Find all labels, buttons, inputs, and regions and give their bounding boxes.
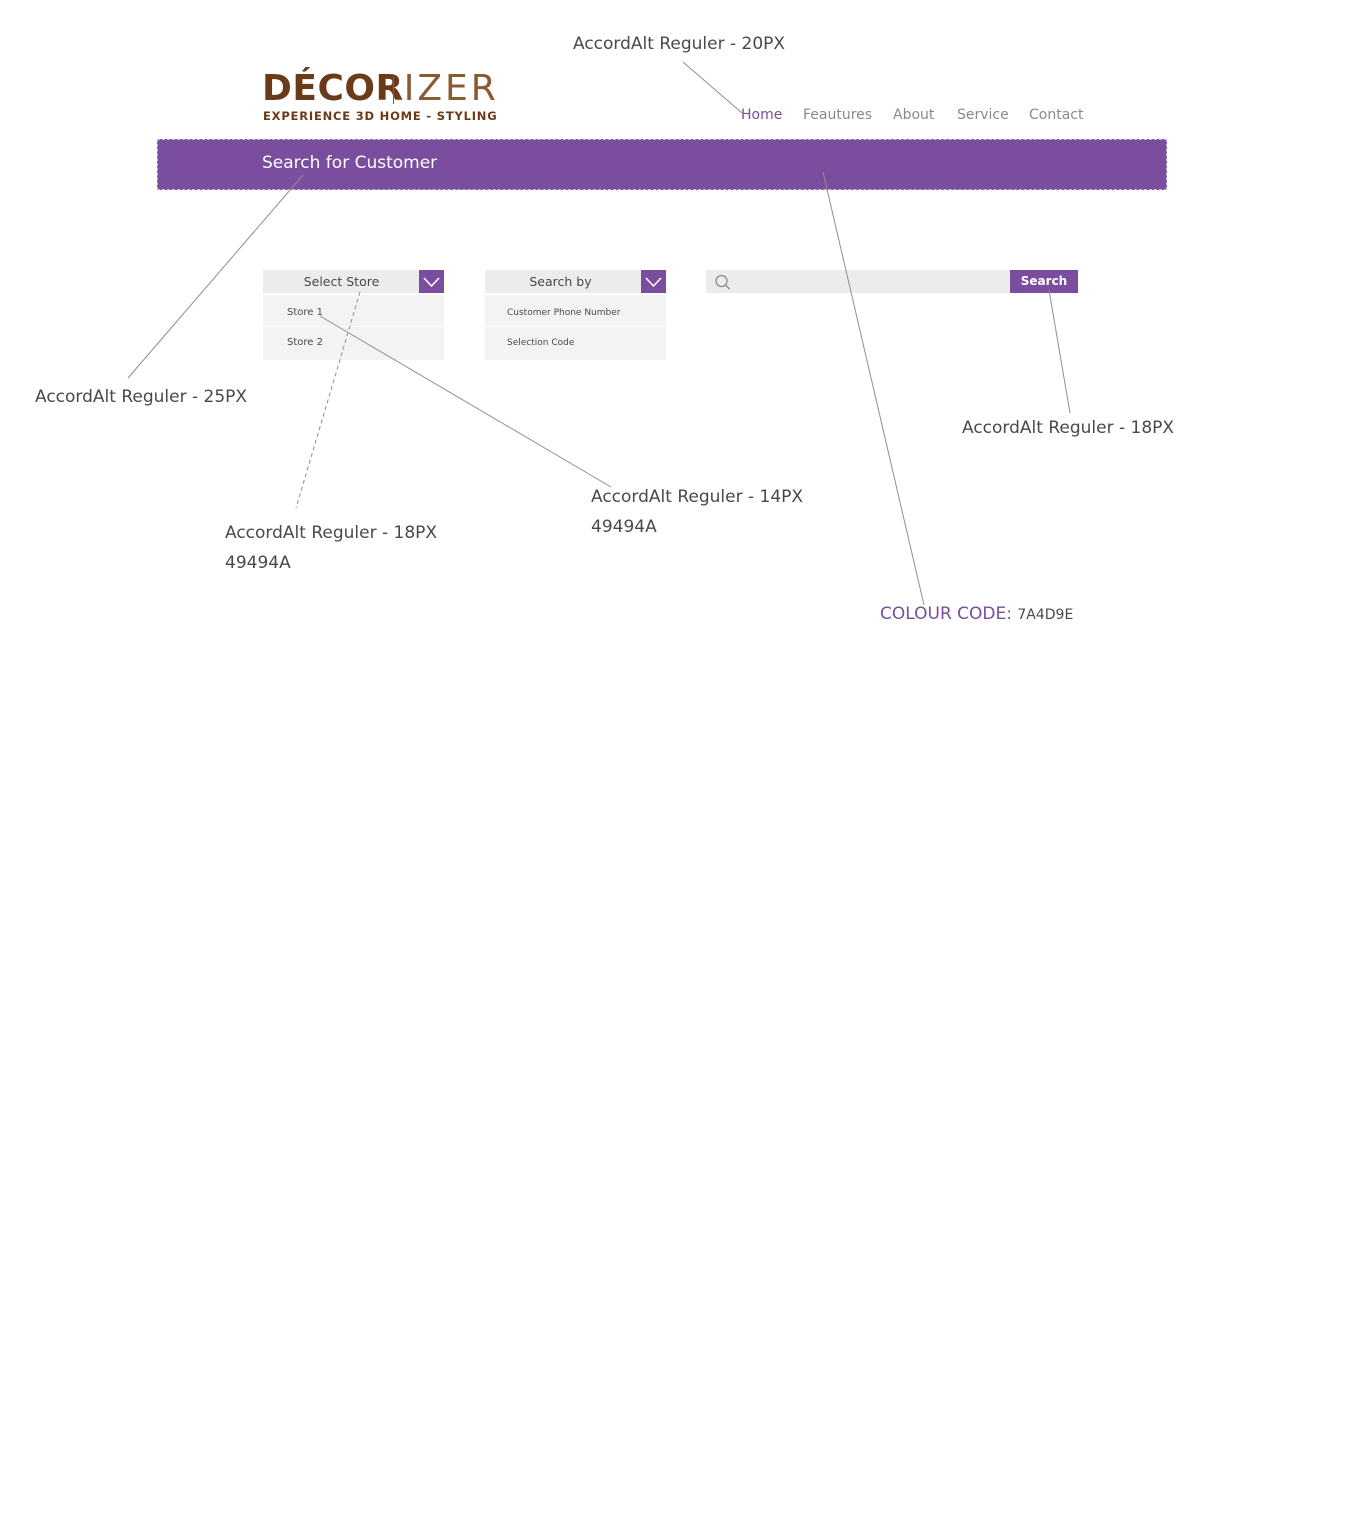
colour-code-label: COLOUR CODE: (880, 604, 1012, 624)
annotation-colour-code: COLOUR CODE: 7A4D9E (880, 604, 1073, 624)
annotation-option-color: 49494A (591, 517, 657, 537)
annotation-dropdown-color: 49494A (225, 553, 291, 573)
annotation-option-font: AccordAlt Reguler - 14PX (591, 487, 804, 507)
annotation-lines (127, 61, 1071, 606)
annotation-button-font: AccordAlt Reguler - 18PX (962, 418, 1175, 438)
annotation-banner-font: AccordAlt Reguler - 25PX (35, 387, 248, 407)
annotation-nav-font: AccordAlt Reguler - 20PX (573, 34, 786, 54)
annotation-dropdown-font: AccordAlt Reguler - 18PX (225, 523, 438, 543)
colour-code-value: 7A4D9E (1017, 607, 1074, 623)
